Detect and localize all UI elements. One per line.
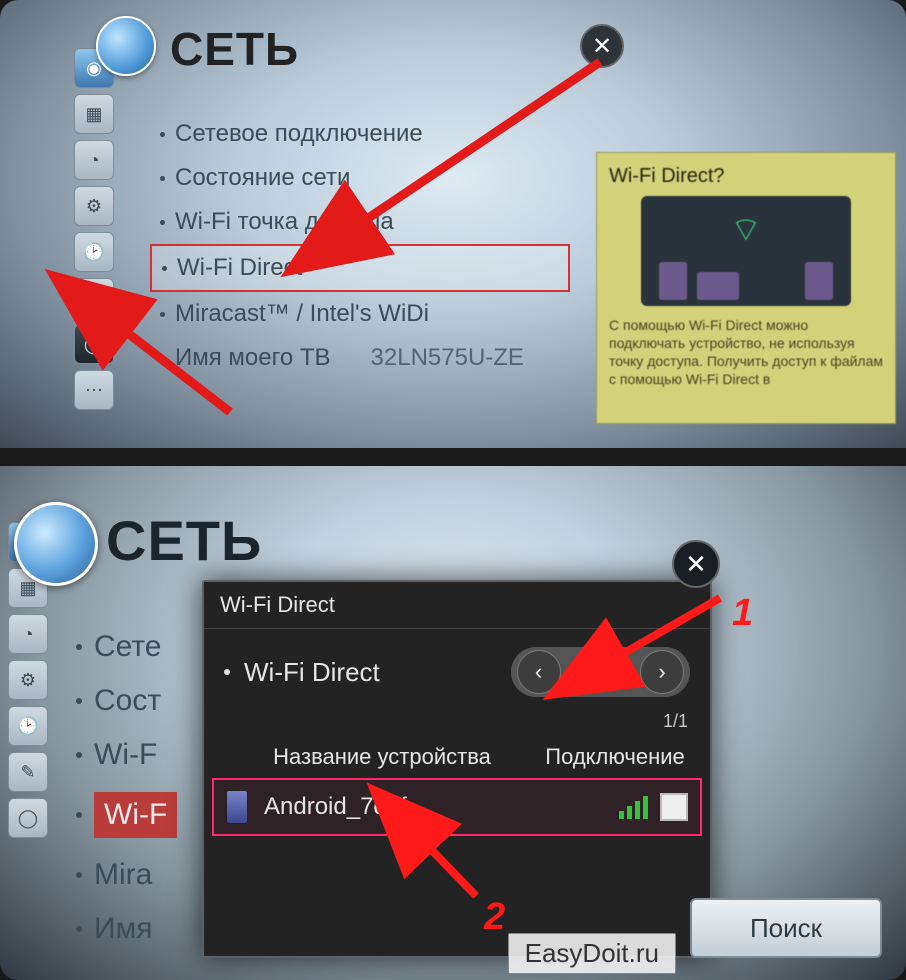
device-list-header: Название устройства Подключение [204,732,710,778]
label: Имя моего ТВ [175,344,331,372]
sidebar-icon[interactable]: ✎ [74,278,114,318]
sidebar-icon[interactable]: ⋯ [74,370,114,410]
dialog-close-button[interactable]: ✕ [672,540,720,588]
annotation-label-2: 2 [484,896,505,939]
connect-checkbox[interactable] [660,793,688,821]
menu-item-tvname[interactable]: Имя моего ТВ 32LN575U-ZE [150,336,570,380]
network-panel: СЕТЬ ✕ Сетевое подключение Состояние сет… [120,2,906,448]
toggle-value: Вкл. [567,658,634,686]
sidebar-icon[interactable]: ▦ [74,94,114,134]
tooltip-title: Wi-Fi Direct? [609,165,883,188]
toggle-label: Wi-Fi Direct [244,657,497,688]
device-name: Android_7d9f [264,793,619,821]
sidebar-icon[interactable]: ◯ [8,798,48,838]
menu-item-status[interactable]: Состояние сети [150,156,570,200]
toggle-prev-button[interactable]: ‹ [517,650,561,694]
tooltip-illustration: ⌔ [641,196,851,306]
watermark: EasyDoit.ru [508,933,676,974]
tooltip-wifi-direct: Wi-Fi Direct? ⌔ С помощью Wi-Fi Direct м… [596,152,896,424]
panel-title: СЕТЬ [106,508,262,573]
sidebar-icon[interactable]: 🕑 [74,232,114,272]
col-connection: Подключение [540,744,690,770]
menu-item-hotspot[interactable]: Wi-Fi точка доступа [150,200,570,244]
screenshot-bottom: ◉ ▦ ◔ ⚙ 🕑 ✎ ◯ СЕТЬ Сете Сост Wi-F Wi-F M… [0,466,906,980]
sidebar-icon[interactable]: ◔ [8,614,48,654]
device-row[interactable]: Android_7d9f [212,778,702,836]
label: Wi-Fi Direct [177,254,302,282]
toggle-next-button[interactable]: › [640,650,684,694]
tv-name-value: 32LN575U-ZE [371,344,524,372]
sidebar-icon[interactable]: ⚙ [8,660,48,700]
label: Сетевое подключение [175,120,423,148]
sidebar-icon[interactable]: ⚙ [74,186,114,226]
dialog-title: Wi-Fi Direct [204,582,710,629]
wifi-direct-toggle[interactable]: ‹ Вкл. › [511,647,690,697]
screenshot-top: ◉ ▦ ◔ ⚙ 🕑 ✎ ◯ ⋯ СЕТЬ ✕ Сетевое подключен… [0,0,906,448]
sidebar-icon[interactable]: ◔ [74,140,114,180]
globe-icon [14,502,98,586]
pager: 1/1 [204,711,710,732]
menu-item-connection[interactable]: Сетевое подключение [150,112,570,156]
sidebar-icon[interactable]: ✎ [8,752,48,792]
close-button[interactable]: ✕ [580,24,624,68]
menu-item-wifi-direct[interactable]: Wi-Fi Direct [150,244,570,292]
network-panel: СЕТЬ Сете Сост Wi-F Wi-F Mira Имя ✕ Wi-F… [52,470,906,980]
phone-icon [226,790,248,824]
sidebar-icon[interactable]: 🕑 [8,706,48,746]
annotation-label-1: 1 [732,592,753,635]
label: Wi-Fi точка доступа [175,208,394,236]
network-menu: Сетевое подключение Состояние сети Wi-Fi… [150,112,570,380]
label: Miracast™ / Intel's WiDi [175,300,429,328]
label: Состояние сети [175,164,350,192]
col-device-name: Название устройства [224,744,540,770]
panel-title: СЕТЬ [170,22,299,76]
menu-item-miracast[interactable]: Miracast™ / Intel's WiDi [150,292,570,336]
wifi-direct-dialog: ✕ Wi-Fi Direct Wi-Fi Direct ‹ Вкл. › 1/1… [202,580,712,958]
sidebar-iconbar: ◉ ▦ ◔ ⚙ 🕑 ✎ ◯ ⋯ [74,48,112,410]
wifi-direct-toggle-row: Wi-Fi Direct ‹ Вкл. › [204,629,710,711]
tooltip-body: С помощью Wi-Fi Direct можно подключать … [609,316,883,388]
search-button[interactable]: Поиск [690,898,882,958]
background-menu-partial: Сете Сост Wi-F Wi-F Mira Имя [70,620,183,956]
signal-icon [619,796,648,819]
sidebar-network-icon[interactable]: ◯ [74,324,114,364]
wifi-icon: ⌔ [721,204,771,254]
globe-icon [96,16,156,76]
